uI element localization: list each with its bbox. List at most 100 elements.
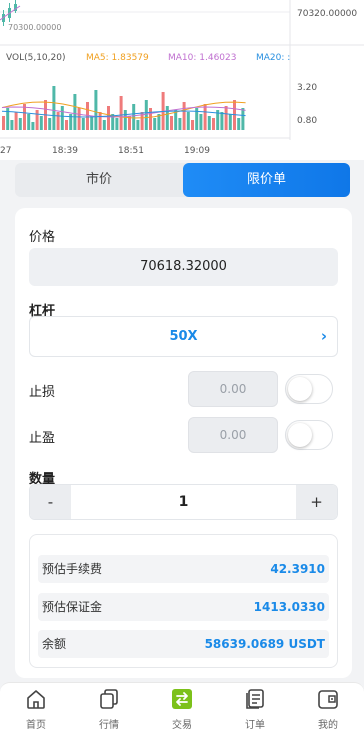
tab-limit[interactable]: 限价单 [183,163,350,197]
volume-bar [73,94,77,130]
volume-bar [35,110,39,130]
nav-item-home[interactable]: 首页 [0,683,72,734]
market-icon [100,689,118,709]
margin-value: 1413.0330 [253,600,325,614]
ma20-label: MA20: : [256,53,290,63]
volume-bar [60,106,64,130]
volume-bar [144,100,148,130]
kline-chart[interactable]: 70300.00000 70320.00000 VOL(5,10,20) MA5… [0,0,364,160]
volume-bar [119,96,123,130]
summary-row-margin: 预估保证金 1413.0330 [38,593,329,621]
toggle-knob [288,423,312,447]
volume-bar [132,104,136,130]
order-form-card: 价格 70618.32000 杠杆 50X › 止损 0.00 止盈 0.00 … [15,208,352,678]
volume-bar [98,112,102,130]
tab-market[interactable]: 市价 [15,163,183,197]
vol-axis-top: 3.20 [297,83,317,93]
volume-bar [115,118,119,130]
nav-label-market: 行情 [99,720,119,731]
take-profit-input[interactable]: 0.00 [188,417,278,453]
volume-bar [31,122,35,130]
volume-bar [52,86,56,130]
volume-bar [77,108,81,130]
order-summary: 预估手续费 42.3910 预估保证金 1413.0330 余额 58639.0… [29,534,338,668]
price-tag-left: 70300.00000 [8,23,61,32]
volume-bar [228,114,232,130]
volume-bar [56,112,60,130]
summary-row-fee: 预估手续费 42.3910 [38,555,329,583]
volume-bar [65,120,68,130]
volume-bar [212,118,215,130]
volume-bar [23,104,26,130]
volume-bar [182,102,186,130]
volume-bar [107,106,110,130]
volume-bar [136,120,140,130]
home-icon [27,690,45,709]
volume-bar [39,116,43,130]
volume-bar [90,116,94,130]
order-type-tabs: 市价 限价单 [15,163,350,197]
fee-label: 预估手续费 [42,562,103,576]
quantity-plus-button[interactable]: + [296,485,337,519]
quantity-stepper: - 1 + [29,484,338,520]
volume-bar [203,104,207,130]
price-tag-right: 70320.00000 [297,9,357,19]
chevron-right-icon: › [320,327,327,345]
time-label-2: 18:51 [118,146,144,156]
fee-value: 42.3910 [270,562,325,576]
stop-loss-label: 止损 [29,385,56,400]
chart-canvas: 70300.00000 70320.00000 VOL(5,10,20) MA5… [0,0,364,156]
nav-label-trade: 交易 [172,720,192,731]
stop-loss-input[interactable]: 0.00 [188,371,278,407]
toggle-knob [288,377,312,401]
balance-value: 58639.0689 USDT [204,637,325,651]
volume-bar [207,116,211,130]
nav-label-orders: 订单 [245,720,265,731]
nav-item-profile[interactable]: 我的 [292,683,364,734]
volume-bar [149,108,152,130]
orders-icon [246,689,264,709]
volume-bar [102,120,106,130]
volume-bar [237,118,241,130]
leverage-value: 50X [169,329,198,344]
leverage-selector[interactable]: 50X › [29,316,338,357]
balance-label: 余额 [42,637,67,651]
vol-axis-bottom: 0.80 [297,116,317,126]
nav-item-market[interactable]: 行情 [73,683,145,734]
volume-bar [123,110,127,130]
volume-bar [170,116,173,130]
stop-loss-toggle[interactable] [285,374,333,404]
bottom-nav: 首页 行情 交易 订单 我的 [0,682,364,734]
volume-bar [10,120,14,130]
price-input[interactable]: 70618.32000 [29,248,338,286]
volume-bar [191,120,194,130]
volume-bar [94,90,98,130]
take-profit-toggle[interactable] [285,420,333,450]
volume-bar [48,118,52,130]
volume-bar [178,118,182,130]
price-label: 价格 [29,230,56,245]
volume-bar [153,118,157,130]
summary-row-balance: 余额 58639.0689 USDT [38,630,329,658]
quantity-minus-button[interactable]: - [30,485,71,519]
nav-label-home: 首页 [26,720,46,731]
quantity-input[interactable]: 1 [71,485,296,519]
volume-bar [2,116,5,130]
time-label-1: 18:39 [52,146,78,156]
volume-bar [241,108,245,130]
volume-bar [81,118,85,130]
margin-label: 预估保证金 [42,600,103,614]
volume-bar [165,106,169,130]
ma10-label: MA10: 1.46023 [168,53,236,63]
volume-bar [186,112,190,130]
volume-bar [18,118,22,130]
nav-label-profile: 我的 [318,720,338,731]
volume-bar [199,114,203,130]
nav-item-trade[interactable]: 交易 [146,683,218,734]
volume-bar [220,112,224,130]
ma5-label: MA5: 1.83579 [86,53,149,63]
volume-bar [224,106,228,130]
nav-item-orders[interactable]: 订单 [219,683,291,734]
wallet-icon [318,690,338,709]
take-profit-label: 止盈 [29,431,56,446]
